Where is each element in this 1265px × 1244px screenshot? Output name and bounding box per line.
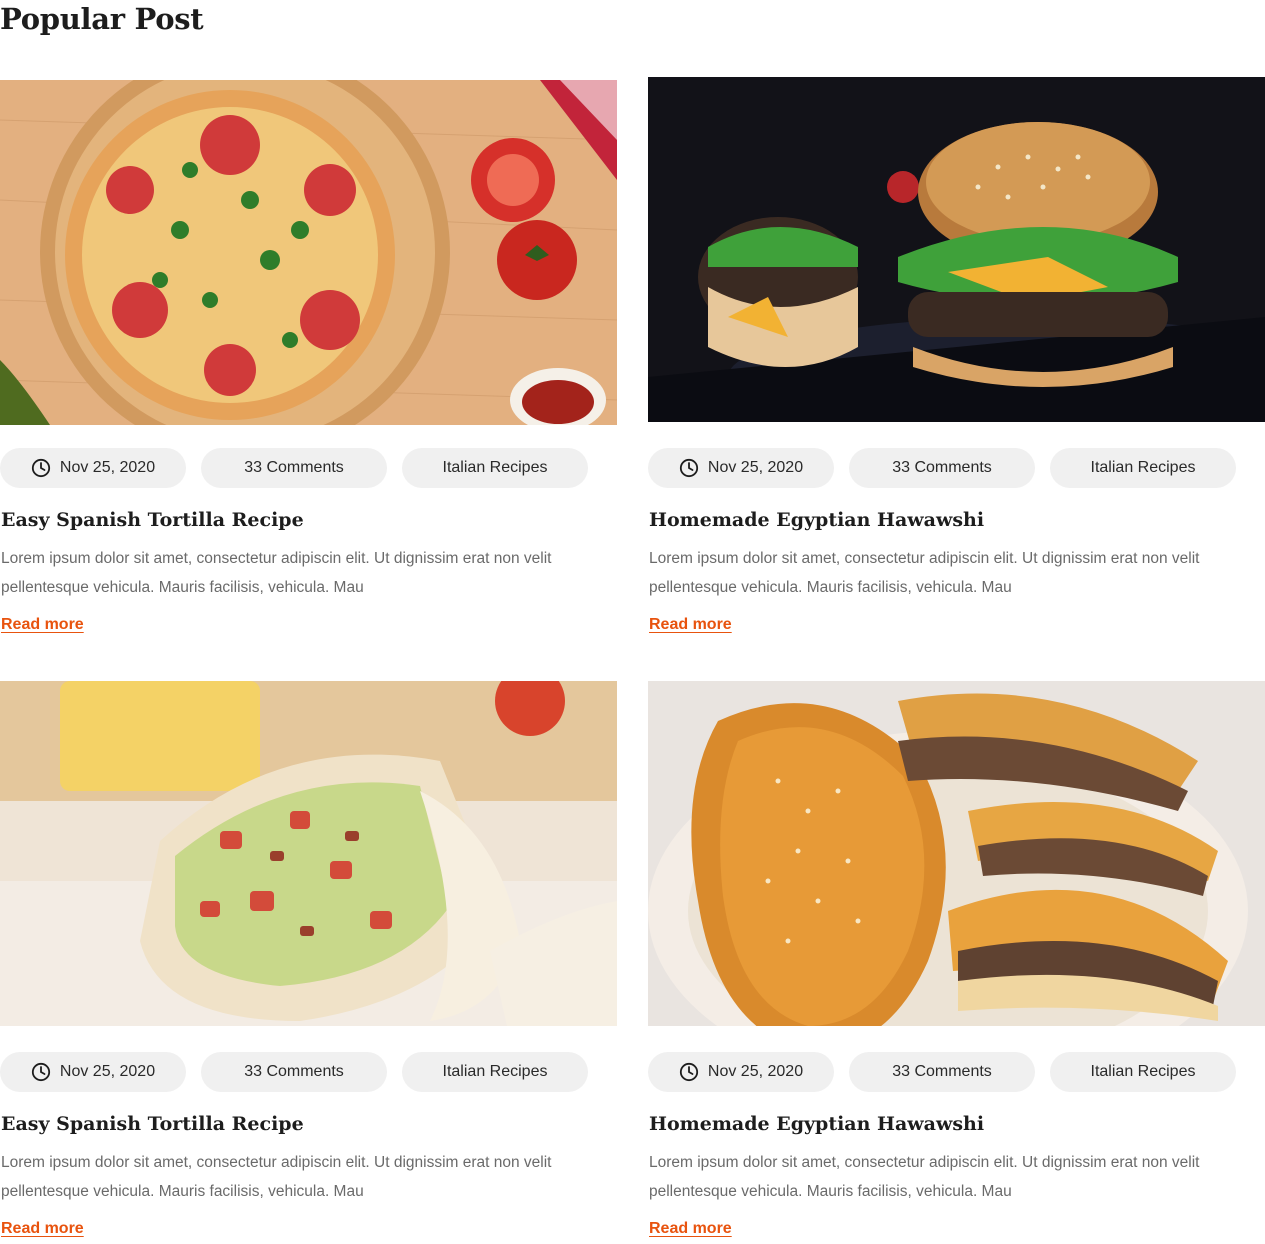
post-date: Nov 25, 2020 — [707, 459, 804, 476]
clock-icon — [679, 458, 699, 478]
post-meta: Nov 25, 2020 33 Comments Italian Recipes — [648, 1052, 1236, 1092]
post-title[interactable]: Easy Spanish Tortilla Recipe — [1, 1113, 304, 1135]
category-chip[interactable]: Italian Recipes — [1050, 1052, 1236, 1092]
post-card: Nov 25, 2020 33 Comments Italian Recipes… — [648, 604, 1265, 1244]
post-excerpt: Lorem ipsum dolor sit amet, consectetur … — [1, 1154, 552, 1200]
category-chip[interactable]: Italian Recipes — [1050, 448, 1236, 488]
date-chip[interactable]: Nov 25, 2020 — [0, 1052, 186, 1092]
comments-chip[interactable]: 33 Comments — [201, 448, 387, 488]
post-date: Nov 25, 2020 — [59, 459, 156, 476]
date-chip[interactable]: Nov 25, 2020 — [648, 448, 834, 488]
date-chip[interactable]: Nov 25, 2020 — [648, 1052, 834, 1092]
clock-icon — [31, 1062, 51, 1082]
post-card: Nov 25, 2020 33 Comments Italian Recipes… — [0, 604, 617, 1244]
read-more-link[interactable]: Read more — [1, 1220, 84, 1238]
post-meta: Nov 25, 2020 33 Comments Italian Recipes — [648, 448, 1236, 488]
read-more-link[interactable]: Read more — [649, 1220, 732, 1238]
post-excerpt: Lorem ipsum dolor sit amet, consectetur … — [649, 550, 1200, 596]
clock-icon — [31, 458, 51, 478]
comments-chip[interactable]: 33 Comments — [849, 1052, 1035, 1092]
post-card: Nov 25, 2020 33 Comments Italian Recipes… — [0, 0, 617, 640]
post-image-pizza[interactable] — [0, 80, 617, 425]
category-chip[interactable]: Italian Recipes — [402, 1052, 588, 1092]
post-meta: Nov 25, 2020 33 Comments Italian Recipes — [0, 1052, 588, 1092]
post-title[interactable]: Homemade Egyptian Hawawshi — [649, 509, 984, 531]
post-date: Nov 25, 2020 — [59, 1063, 156, 1080]
post-image-pastry[interactable] — [648, 681, 1265, 1026]
post-card: Nov 25, 2020 33 Comments Italian Recipes… — [648, 0, 1265, 640]
post-image-wrap[interactable] — [0, 681, 617, 1026]
category-chip[interactable]: Italian Recipes — [402, 448, 588, 488]
clock-icon — [679, 1062, 699, 1082]
post-meta: Nov 25, 2020 33 Comments Italian Recipes — [0, 448, 588, 488]
post-image-burger[interactable] — [648, 77, 1265, 422]
post-excerpt: Lorem ipsum dolor sit amet, consectetur … — [1, 550, 552, 596]
post-title[interactable]: Homemade Egyptian Hawawshi — [649, 1113, 984, 1135]
comments-chip[interactable]: 33 Comments — [849, 448, 1035, 488]
comments-chip[interactable]: 33 Comments — [201, 1052, 387, 1092]
post-date: Nov 25, 2020 — [707, 1063, 804, 1080]
post-excerpt: Lorem ipsum dolor sit amet, consectetur … — [649, 1154, 1200, 1200]
date-chip[interactable]: Nov 25, 2020 — [0, 448, 186, 488]
post-title[interactable]: Easy Spanish Tortilla Recipe — [1, 509, 304, 531]
